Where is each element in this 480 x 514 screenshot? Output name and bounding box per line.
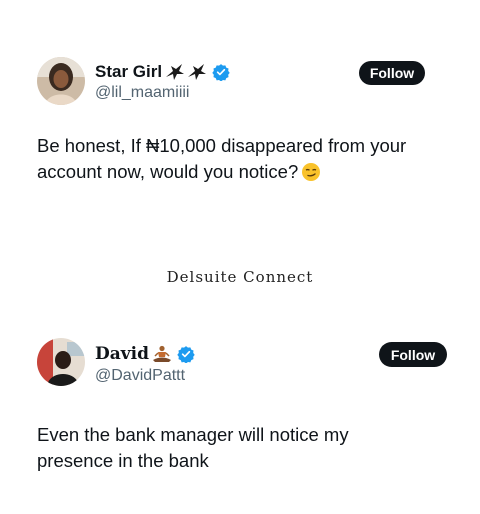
tweet-text: Be honest, If ₦10,000 disappeared from y… — [37, 133, 406, 185]
follow-button[interactable]: Follow — [359, 61, 425, 85]
tweet-text-line: Be honest, If ₦10,000 disappeared from y… — [37, 135, 407, 156]
name-row: Star Girl — [95, 62, 230, 82]
verified-badge-icon — [212, 63, 230, 81]
tweet-text: Even the bank manager will notice my pre… — [37, 422, 349, 474]
follow-button[interactable]: Follow — [379, 342, 447, 367]
meditating-person-emoji — [152, 345, 172, 363]
smirking-face-emoji — [301, 162, 321, 182]
display-name[interactable]: David — [95, 344, 149, 364]
bird-icon — [187, 63, 207, 81]
tweet-text-line: Even the bank manager will notice my — [37, 424, 349, 445]
name-row: David — [95, 344, 195, 364]
display-name[interactable]: Star Girl — [95, 62, 162, 82]
avatar[interactable] — [37, 57, 85, 105]
watermark-text: Delsuite Connect — [166, 268, 314, 286]
tweet-text-line-content: account now, would you notice? — [37, 161, 299, 182]
tweet-text-line: presence in the bank — [37, 450, 209, 471]
handle[interactable]: @DavidPattt — [95, 366, 185, 386]
bird-icon — [165, 63, 185, 81]
avatar[interactable] — [37, 338, 85, 386]
tweet-text-line: account now, would you notice? — [37, 159, 406, 185]
handle[interactable]: @lil_maamiiii — [95, 83, 189, 103]
verified-badge-icon — [177, 345, 195, 363]
